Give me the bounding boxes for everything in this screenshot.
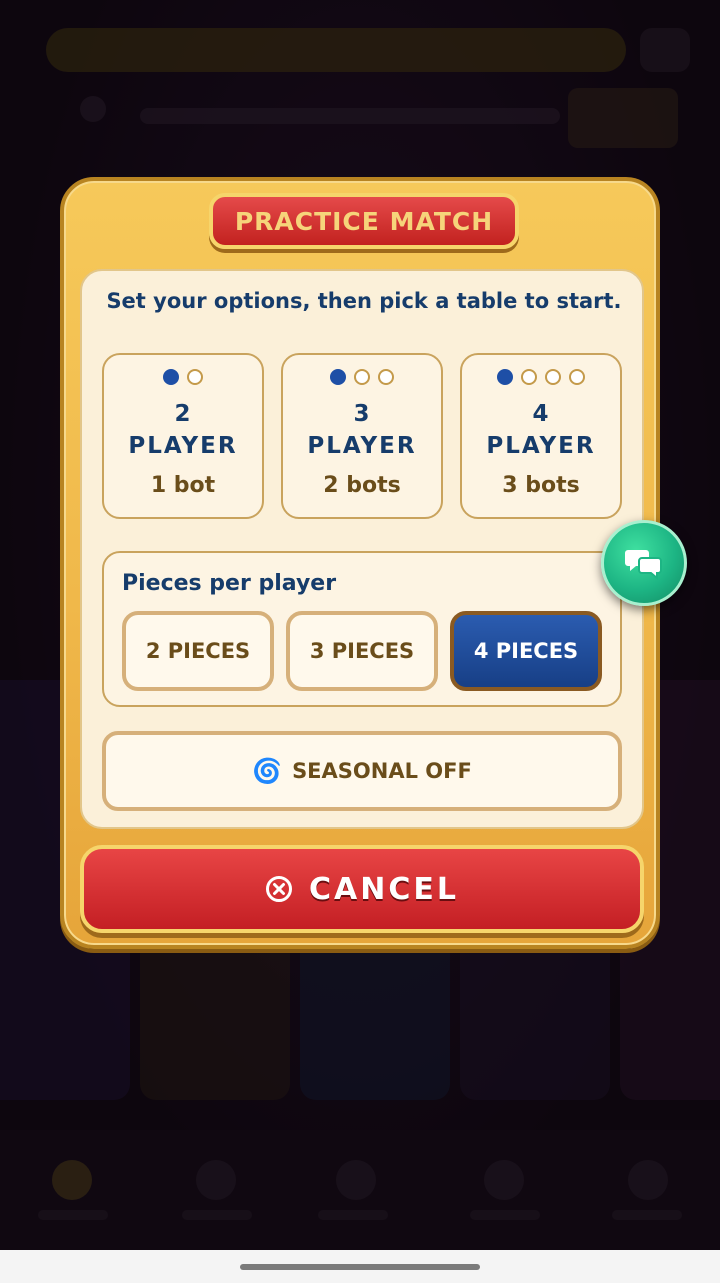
player-dot-filled (330, 369, 346, 385)
home-gesture-handle[interactable] (240, 1264, 480, 1270)
cancel-label: CANCEL (309, 871, 459, 907)
pieces-3-button[interactable]: 3 PIECES (286, 611, 438, 691)
instruction-text: Set your options, then pick a table to s… (106, 289, 622, 313)
player-dot-empty (187, 369, 203, 385)
player-count: 4 (532, 401, 550, 427)
practice-match-dialog: PRACTICE MATCH Set your options, then pi… (60, 177, 660, 949)
swirl-icon: 🌀 (252, 757, 283, 785)
close-circle-icon (266, 876, 293, 902)
bot-count: 1 bot (150, 473, 216, 498)
player-label: PLAYER (128, 433, 238, 459)
player-option-2[interactable]: 2 PLAYER 1 bot (102, 353, 264, 519)
player-option-3[interactable]: 3 PLAYER 2 bots (281, 353, 443, 519)
pieces-2-button[interactable]: 2 PIECES (122, 611, 274, 691)
seasonal-label: SEASONAL OFF (292, 759, 472, 783)
player-count: 2 (174, 401, 192, 427)
player-dot-empty (521, 369, 537, 385)
pieces-4-button[interactable]: 4 PIECES (450, 611, 602, 691)
player-dot-filled (497, 369, 513, 385)
player-dot-filled (163, 369, 179, 385)
player-label: PLAYER (486, 433, 596, 459)
dialog-title: PRACTICE MATCH (209, 193, 519, 249)
player-dots (104, 369, 262, 385)
player-dots (283, 369, 441, 385)
bot-count: 2 bots (323, 473, 401, 498)
player-dot-empty (569, 369, 585, 385)
chat-bubbles-icon (625, 550, 662, 580)
player-label: PLAYER (307, 433, 417, 459)
player-dot-empty (378, 369, 394, 385)
player-count: 3 (353, 401, 371, 427)
player-dot-empty (545, 369, 561, 385)
player-dot-empty (354, 369, 370, 385)
options-panel: Set your options, then pick a table to s… (80, 269, 644, 829)
player-option-4[interactable]: 4 PLAYER 3 bots (460, 353, 622, 519)
chat-button[interactable] (601, 520, 687, 606)
bot-count: 3 bots (502, 473, 580, 498)
player-dots (462, 369, 620, 385)
system-navigation-bar (0, 1250, 720, 1283)
cancel-button[interactable]: CANCEL (80, 845, 644, 933)
seasonal-toggle-button[interactable]: 🌀 SEASONAL OFF (102, 731, 622, 811)
pieces-per-player-section: Pieces per player 2 PIECES 3 PIECES 4 PI… (102, 551, 622, 707)
pieces-section-title: Pieces per player (122, 571, 337, 596)
